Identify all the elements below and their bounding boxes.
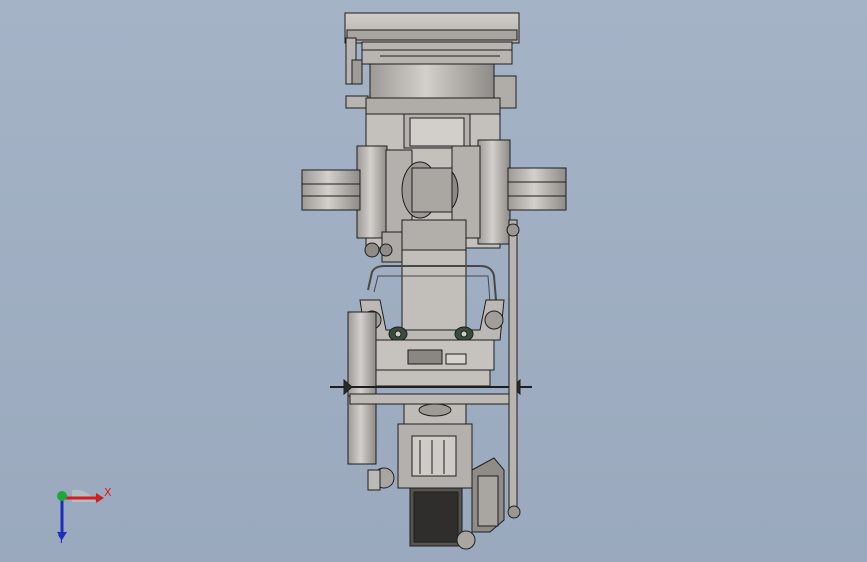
z-axis-icon [57, 491, 67, 501]
coordinate-triad: X Y [57, 486, 112, 546]
link-rod [506, 219, 521, 519]
triad-plane-icon [72, 489, 96, 502]
wrist-assembly [397, 403, 473, 547]
x-arrow-icon [96, 493, 104, 503]
3d-viewport[interactable]: X Y [0, 0, 867, 562]
y-axis-label: Y [57, 533, 65, 546]
x-axis-label: X [104, 486, 112, 499]
robot-model[interactable] [0, 0, 867, 562]
